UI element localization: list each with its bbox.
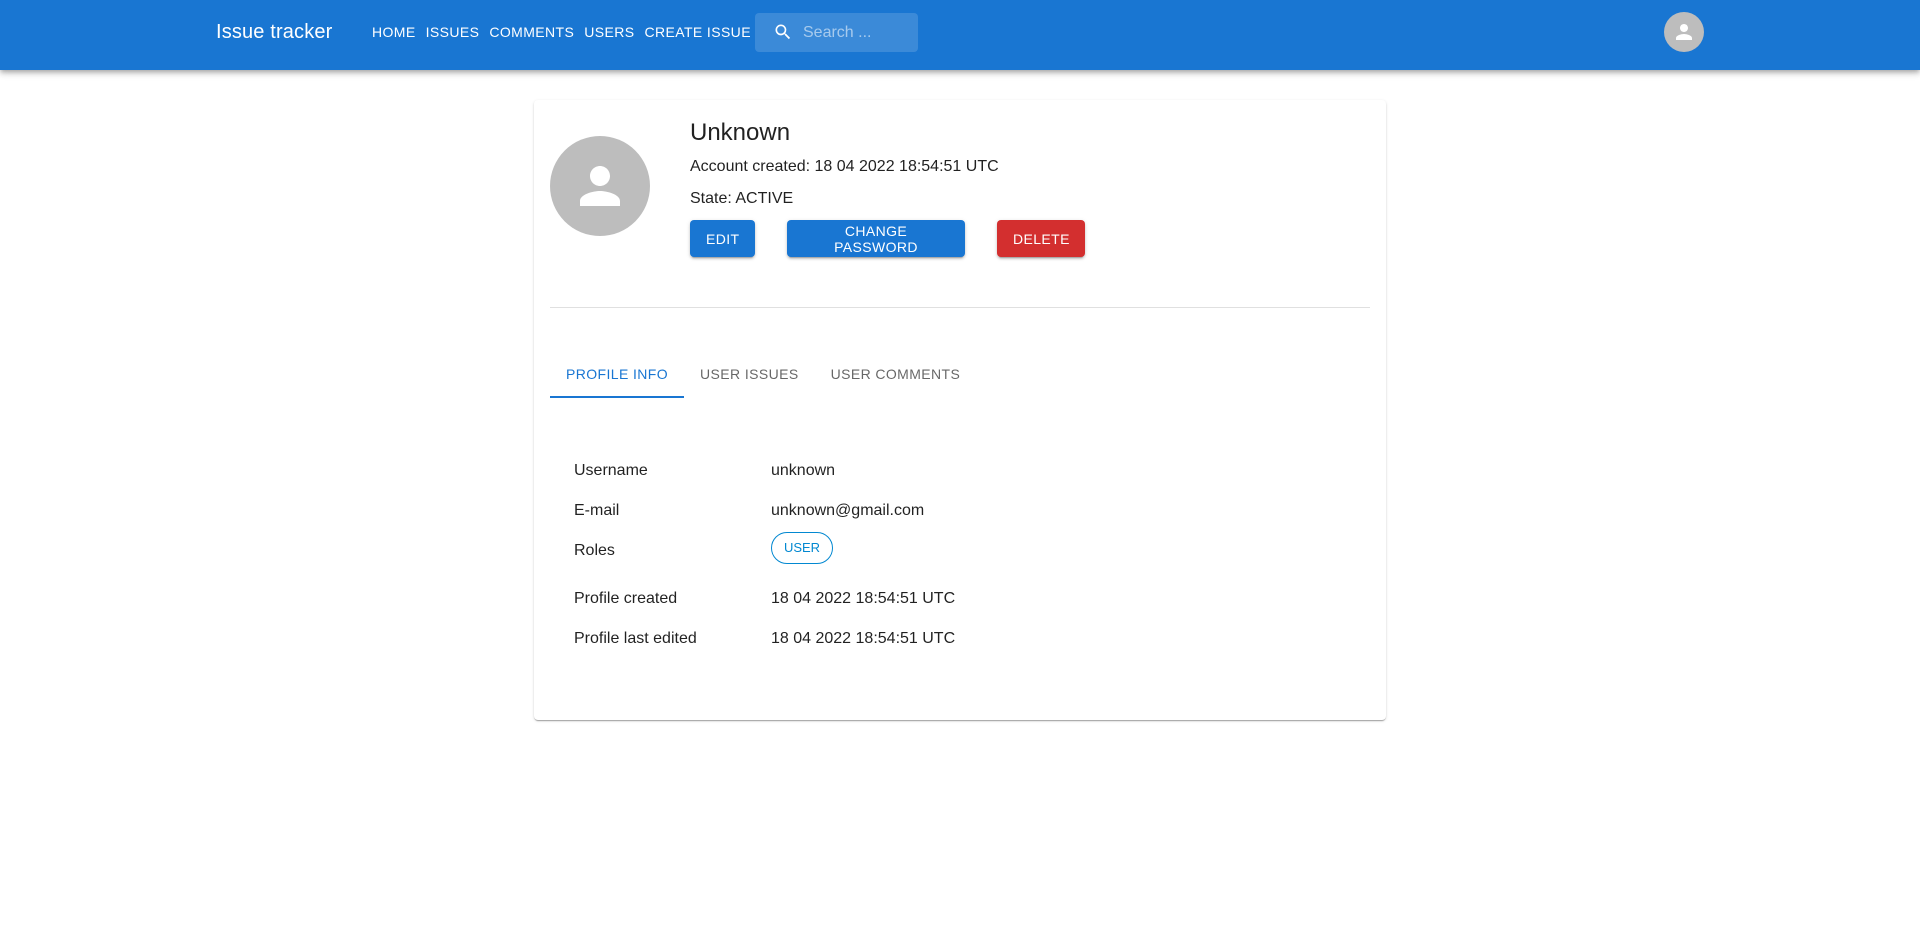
app-bar: Issue tracker HOME ISSUES COMMENTS USERS… [0,0,1920,70]
username-label: Username [574,462,648,479]
role-chip: USER [771,532,833,564]
profile-avatar [550,136,650,236]
search-icon [775,24,791,40]
tab-user-comments[interactable]: USER COMMENTS [815,350,977,398]
profile-created-label: Profile created [574,590,678,607]
account-avatar[interactable] [1664,12,1704,52]
username-value: unknown [771,462,836,479]
person-icon [580,166,620,206]
profile-tabs: PROFILE INFO USER ISSUES USER COMMENTS [550,350,976,398]
profile-name: Unknown [690,119,791,146]
search-box [755,13,918,52]
profile-card: Unknown Account created: 18 04 2022 18:5… [534,100,1386,720]
main-nav: HOME ISSUES COMMENTS USERS CREATE ISSUE [372,24,751,40]
nav-users[interactable]: USERS [584,24,634,40]
nav-comments[interactable]: COMMENTS [489,24,574,40]
nav-issues[interactable]: ISSUES [426,24,480,40]
account-state: State: ACTIVE [690,190,794,207]
roles-label: Roles [574,542,615,559]
account-created: Account created: 18 04 2022 18:54:51 UTC [690,158,999,175]
divider [550,307,1370,308]
email-value: unknown@gmail.com [771,502,925,519]
delete-button[interactable]: DELETE [997,220,1085,257]
change-password-button[interactable]: CHANGE PASSWORD [787,220,965,257]
tab-user-issues[interactable]: USER ISSUES [684,350,815,398]
profile-edited-value: 18 04 2022 18:54:51 UTC [771,630,956,647]
tab-profile-info[interactable]: PROFILE INFO [550,350,685,398]
nav-create-issue[interactable]: CREATE ISSUE [644,24,750,40]
edit-button[interactable]: EDIT [690,220,755,257]
search-input[interactable] [803,13,913,52]
profile-edited-label: Profile last edited [574,630,697,647]
email-label: E-mail [574,502,620,519]
profile-created-value: 18 04 2022 18:54:51 UTC [771,590,956,607]
app-title[interactable]: Issue tracker [216,21,332,44]
nav-home[interactable]: HOME [372,24,416,40]
person-icon [1676,24,1692,40]
